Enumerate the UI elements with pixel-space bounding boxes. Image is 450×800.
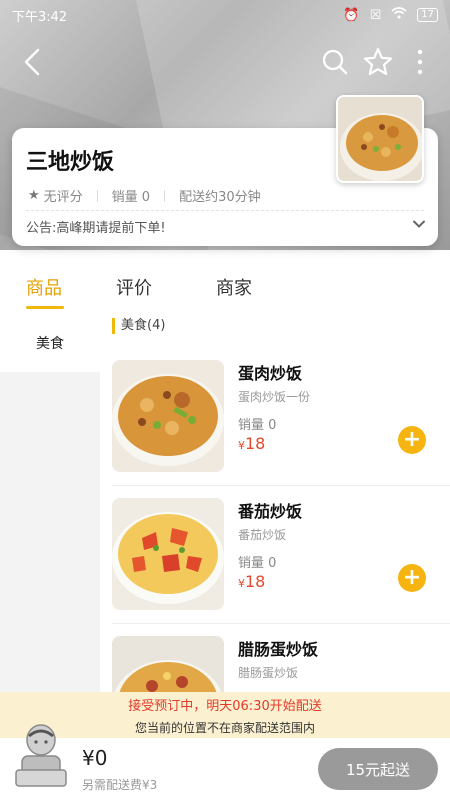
price-currency: ¥ <box>238 577 245 590</box>
shop-notice[interactable]: 公告:高峰期请提前下单! <box>26 217 166 236</box>
product-image <box>112 636 224 692</box>
product-name: 蛋肉炒饭 <box>238 364 303 383</box>
price-value: 18 <box>245 572 266 591</box>
status-time: 下午3:42 <box>12 9 68 25</box>
product-image <box>112 360 224 472</box>
divider <box>26 210 424 211</box>
active-tab-indicator <box>26 306 64 309</box>
shop-rating: 无评分 <box>43 190 83 205</box>
shop-sales: 销量 0 <box>111 190 151 205</box>
alarm-off-icon: ⏰ <box>343 7 360 23</box>
shop-name: 三地炒饭 <box>26 150 115 175</box>
status-bar: 下午3:42 ⏰ ☒ 17 <box>0 0 450 30</box>
product-price: ¥18 <box>238 434 265 453</box>
tab-products[interactable]: 商品 <box>26 274 62 300</box>
cart-bar: ¥0 另需配送费¥3 15元起送 <box>0 724 450 800</box>
favorite-star-icon[interactable] <box>362 46 394 78</box>
product-item[interactable]: 蛋肉炒饭 蛋肉炒饭一份 销量 0 ¥18 + <box>112 360 442 476</box>
product-description: 蛋肉炒饭一份 <box>238 390 311 404</box>
price-value: 18 <box>245 434 266 453</box>
sim-icon: ☒ <box>369 7 382 23</box>
product-price: ¥18 <box>238 572 265 591</box>
tab-bar: 商品 评价 商家 <box>0 268 450 312</box>
product-item[interactable]: 番茄炒饭 番茄炒饭 销量 0 ¥18 + <box>112 498 442 614</box>
divider <box>112 485 450 486</box>
nav-bar <box>0 40 450 84</box>
battery-icon: 17 <box>417 8 438 22</box>
divider <box>164 189 166 202</box>
checkout-button[interactable]: 15元起送 <box>318 748 438 790</box>
product-description: 腊肠蛋炒饭 <box>238 666 299 680</box>
category-header: 美食(4) <box>112 318 165 334</box>
product-sales: 销量 0 <box>238 556 277 571</box>
product-sales: 销量 0 <box>238 418 277 433</box>
rating-star-icon: ★ <box>28 188 40 203</box>
shop-delivery-time: 配送约30分钟 <box>179 190 261 205</box>
more-options-icon[interactable] <box>410 46 430 78</box>
sidebar-item-food[interactable]: 美食 <box>0 314 100 372</box>
back-icon[interactable] <box>20 46 50 78</box>
tab-reviews[interactable]: 评价 <box>116 274 152 300</box>
product-description: 番茄炒饭 <box>238 528 287 542</box>
cart-total: ¥0 <box>82 746 108 770</box>
divider <box>112 623 450 624</box>
product-item[interactable]: 腊肠蛋炒饭 腊肠蛋炒饭 <box>112 636 442 692</box>
product-name: 腊肠蛋炒饭 <box>238 640 319 659</box>
sidebar-item-label: 美食 <box>36 336 64 352</box>
add-to-cart-button[interactable]: + <box>398 564 426 592</box>
divider <box>96 189 98 202</box>
product-name: 番茄炒饭 <box>238 502 303 521</box>
product-image <box>112 498 224 610</box>
wifi-icon <box>391 7 407 23</box>
add-to-cart-button[interactable]: + <box>398 426 426 454</box>
shop-logo-image <box>336 95 424 183</box>
tab-merchant[interactable]: 商家 <box>216 274 252 300</box>
price-currency: ¥ <box>238 439 245 452</box>
preorder-notice: 接受预订中，明天06:30开始配送 <box>0 692 450 716</box>
delivery-fee: 另需配送费¥3 <box>82 778 158 792</box>
shop-meta: ★ 无评分 销量 0 配送约30分钟 <box>28 186 261 205</box>
chevron-down-icon[interactable] <box>412 216 426 230</box>
search-icon[interactable] <box>320 46 350 78</box>
category-sidebar: 美食 <box>0 314 100 734</box>
cart-mascot-icon[interactable] <box>10 718 72 796</box>
status-icons: ⏰ ☒ 17 <box>343 7 438 23</box>
